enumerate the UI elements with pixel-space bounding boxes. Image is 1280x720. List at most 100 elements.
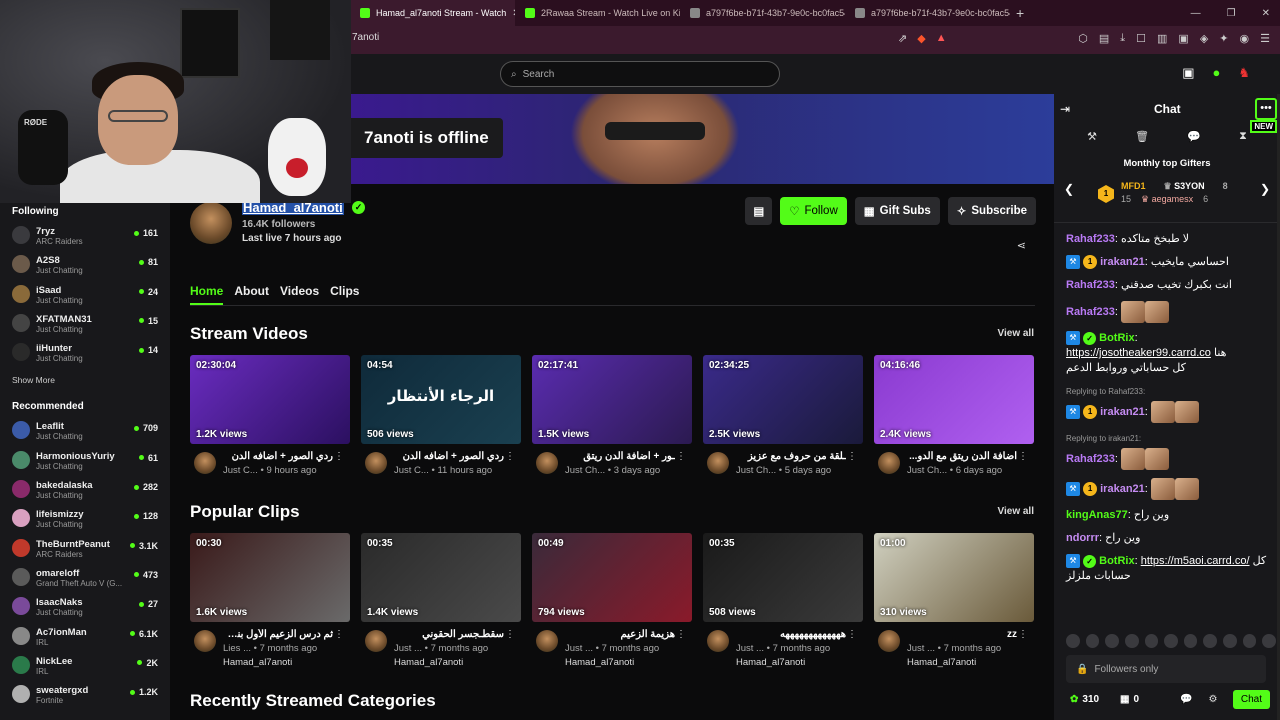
new-tab-icon[interactable]: + (1016, 5, 1024, 21)
trash-icon[interactable]: 🗑 (1135, 130, 1149, 143)
thumbnail[interactable]: 00:30 1.6K views (190, 533, 350, 622)
hammer-icon[interactable]: ⚒ (1087, 130, 1097, 143)
sidebar-channel[interactable]: iiHunter Just Chatting 14 (12, 340, 170, 369)
chat-link[interactable]: https://josotheaker99.carrd.co (1066, 347, 1211, 359)
more-options-icon[interactable]: ⋮ (676, 451, 686, 462)
more-options-icon[interactable]: ⋮ (847, 629, 857, 640)
sidebar-channel[interactable]: 7ryz ARC Raiders 161 (12, 223, 170, 252)
card-title[interactable]: ـلقة من حروف مع عزيز (736, 451, 846, 462)
thumbnail[interactable]: 02:34:25 2.5K views (703, 355, 863, 444)
browser-tab[interactable]: Hamad_al7anoti Stream - Watch✕ (350, 0, 515, 26)
avatar[interactable] (194, 452, 216, 474)
avatar[interactable] (536, 452, 558, 474)
chat-link[interactable]: https://m5aoi.carrd.co/ (1141, 555, 1250, 567)
clip-card[interactable]: 01:00 310 views zz Just ... • 7 months ago H… (874, 533, 1034, 668)
follow-button[interactable]: ♡ Follow (780, 197, 847, 225)
sidebar-channel[interactable]: IsaacNaks Just Chatting 27 (12, 594, 170, 623)
video-card[interactable]: 02:34:25 2.5K views ـلقة من حروف مع عزيز Ju… (703, 355, 863, 485)
gifter-name[interactable]: ♛ S3YON (1164, 181, 1205, 192)
video-card[interactable]: الرجاء الأنتظار 04:54 506 views ردي الصور +… (361, 355, 521, 485)
notification-button[interactable]: ▤ (745, 197, 773, 225)
clip-card[interactable]: 00:30 1.6K views ثم درس الزعيم الأول بنجاح… (190, 533, 350, 668)
clip-card[interactable]: 00:35 508 views هههههههههههههه Just ... • 7… (703, 533, 863, 668)
popular-clips-view-all[interactable]: View all (997, 506, 1034, 517)
card-title[interactable]: اضافة الدن ريتق مع الدو... (907, 451, 1017, 462)
video-card[interactable]: 02:17:41 1.5K views ـور + اضافة الدن ريتق J… (532, 355, 692, 485)
sidebar-channel[interactable]: TheBurntPeanut ARC Raiders 3.1K (12, 536, 170, 565)
rewards-icon[interactable]: ▲ (936, 32, 947, 45)
more-options-icon[interactable]: ⋮ (1018, 629, 1028, 640)
thumbnail[interactable]: 01:00 310 views (874, 533, 1034, 622)
thumbnail[interactable]: 00:35 1.4K views (361, 533, 521, 622)
extensions-icon[interactable]: ⬡ (1078, 32, 1088, 45)
thumbnail[interactable]: 02:17:41 1.5K views (532, 355, 692, 444)
minimize-icon[interactable]: — (1191, 8, 1201, 19)
brave-shield-icon[interactable]: ◆ (917, 32, 925, 45)
avatar[interactable] (194, 630, 216, 652)
sidebar-channel[interactable]: A2S8 Just Chatting 81 (12, 252, 170, 281)
channel-avatar[interactable] (190, 202, 232, 244)
channel-points[interactable]: ✿ 310 (1070, 694, 1099, 705)
card-title[interactable]: ـور + اضافة الدن ريتق (565, 451, 675, 462)
profile-icon[interactable]: ◉ (1240, 32, 1250, 45)
emote-icon[interactable] (1262, 634, 1277, 648)
chat-username[interactable]: Rahaf233 (1066, 279, 1115, 291)
download-icon[interactable]: ⤓ (1120, 32, 1125, 45)
tab-videos[interactable]: Videos (280, 284, 319, 305)
sidebar-channel[interactable]: lifeismizzy Just Chatting 128 (12, 506, 170, 535)
sidebar-channel[interactable]: Leaflit Just Chatting 709 (12, 418, 170, 447)
emote-icon[interactable] (1085, 634, 1100, 648)
more-options-icon[interactable]: ⋮ (505, 629, 515, 640)
browser-tab[interactable]: a797f6be-b71f-43b7-9e0c-bc0fac54 (680, 0, 845, 26)
camera-icon[interactable]: ▣ (1182, 65, 1194, 81)
emote-icon[interactable] (1164, 634, 1178, 648)
more-options-icon[interactable]: ⋮ (676, 629, 686, 640)
chat-send-button[interactable]: Chat (1232, 690, 1270, 709)
emote-icon[interactable] (1124, 634, 1139, 648)
chat-username[interactable]: irakan21 (1100, 483, 1145, 495)
chat-username[interactable]: irakan21 (1100, 256, 1145, 268)
emote-icon[interactable] (1183, 634, 1198, 648)
more-options-icon[interactable]: ⋮ (334, 451, 344, 462)
chat-username[interactable]: Rahaf233 (1066, 306, 1115, 318)
chat-input[interactable]: 🔒 Followers only (1066, 655, 1266, 683)
chat-username[interactable]: BotRix (1099, 555, 1134, 567)
tab-clips[interactable]: Clips (330, 284, 359, 305)
reader-icon[interactable]: ▤ (1099, 32, 1109, 45)
leo-icon[interactable]: ✦ (1219, 32, 1228, 45)
avatar[interactable] (878, 452, 900, 474)
search-input[interactable]: ⌕ Search (500, 61, 780, 87)
more-options-icon[interactable]: ⋮ (1018, 451, 1028, 462)
chat-username[interactable]: Rahaf233 (1066, 233, 1115, 245)
thumbnail[interactable]: 00:49 794 views (532, 533, 692, 622)
sidebar-channel[interactable]: bakedalaska Just Chatting 282 (12, 477, 170, 506)
card-title[interactable]: ثم درس الزعيم الأول بنجاح (223, 629, 333, 640)
menu-icon[interactable]: ☰ (1260, 32, 1270, 45)
gifter-name[interactable]: MFD1 (1121, 181, 1146, 192)
chat-username[interactable]: BotRix (1099, 332, 1134, 344)
chat-options-button[interactable]: ••• (1255, 98, 1277, 120)
chat-bubble-icon[interactable]: 💬 (1187, 130, 1201, 143)
vpn-icon[interactable]: ◈ (1200, 32, 1208, 45)
avatar[interactable] (707, 630, 729, 652)
emote-icon[interactable] (1242, 634, 1257, 648)
bookmarks-icon[interactable]: ☐ (1136, 32, 1146, 45)
chat-username[interactable]: ndorrr (1066, 532, 1099, 544)
browser-tab[interactable]: 2Rawaa Stream - Watch Live on Kick (515, 0, 680, 26)
sidebar-channel[interactable]: Ac7ionMan IRL 6.1K (12, 624, 170, 653)
subscribe-button[interactable]: ✧ Subscribe (947, 197, 1036, 225)
collapse-chat-icon[interactable]: ⇥ (1060, 102, 1070, 116)
emote-icon[interactable] (1223, 634, 1237, 648)
card-author[interactable]: Hamad_al7anoti (394, 657, 463, 668)
avatar[interactable] (365, 630, 387, 652)
sidebar-channel[interactable]: sweatergxd Fortnite 1.2K (12, 682, 170, 711)
clip-card[interactable]: 00:49 794 views هزيمة الزعيم Just ... • 7 m… (532, 533, 692, 668)
card-title[interactable]: سقطـجسر الحقوني (394, 629, 504, 640)
chevron-left-icon[interactable]: ❮ (1064, 182, 1074, 196)
chevron-right-icon[interactable]: ❯ (1260, 182, 1270, 196)
show-more-link[interactable]: Show More (12, 375, 170, 385)
sidebar-channel[interactable]: NickLee IRL 2K (12, 653, 170, 682)
stream-videos-view-all[interactable]: View all (997, 328, 1034, 339)
url-text[interactable]: 7anoti (352, 32, 379, 43)
share-icon[interactable]: ⋖ (1017, 239, 1026, 252)
